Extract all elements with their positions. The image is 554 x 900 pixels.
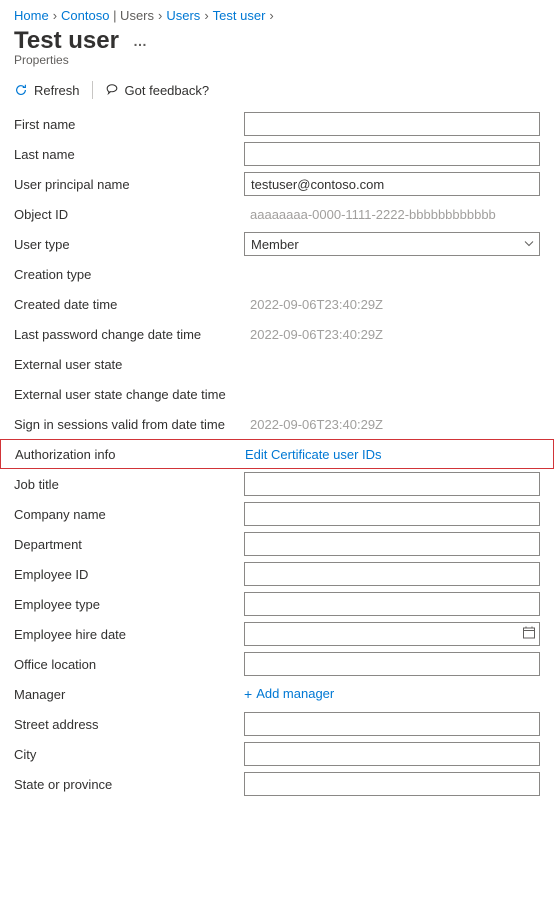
signin-sessions-label: Sign in sessions valid from date time bbox=[14, 417, 244, 432]
chevron-right-icon: › bbox=[269, 8, 273, 23]
company-name-input[interactable] bbox=[244, 502, 540, 526]
refresh-button[interactable]: Refresh bbox=[14, 83, 80, 98]
breadcrumb-users[interactable]: Users bbox=[166, 8, 200, 23]
toolbar: Refresh Got feedback? bbox=[14, 81, 540, 99]
more-actions-button[interactable]: … bbox=[133, 33, 147, 49]
job-title-input[interactable] bbox=[244, 472, 540, 496]
page-subtitle: Properties bbox=[14, 53, 540, 67]
calendar-icon[interactable] bbox=[522, 626, 536, 643]
user-type-label: User type bbox=[14, 237, 244, 252]
toolbar-divider bbox=[92, 81, 93, 99]
refresh-icon bbox=[14, 83, 28, 97]
chevron-right-icon: › bbox=[204, 8, 208, 23]
user-type-input[interactable] bbox=[244, 232, 540, 256]
page-title: Test user bbox=[14, 27, 119, 55]
signin-sessions-value: 2022-09-06T23:40:29Z bbox=[244, 415, 540, 434]
breadcrumb-tenant[interactable]: Contoso bbox=[61, 8, 109, 23]
first-name-label: First name bbox=[14, 117, 244, 132]
feedback-button[interactable]: Got feedback? bbox=[105, 83, 210, 98]
job-title-label: Job title bbox=[14, 477, 244, 492]
feedback-icon bbox=[105, 83, 119, 97]
state-label: State or province bbox=[14, 777, 244, 792]
add-manager-label: Add manager bbox=[256, 686, 334, 701]
employee-hire-date-label: Employee hire date bbox=[14, 627, 244, 642]
employee-type-label: Employee type bbox=[14, 597, 244, 612]
created-date-value: 2022-09-06T23:40:29Z bbox=[244, 295, 540, 314]
breadcrumb: Home › Contoso | Users › Users › Test us… bbox=[14, 8, 540, 23]
object-id-label: Object ID bbox=[14, 207, 244, 222]
last-pw-label: Last password change date time bbox=[14, 327, 244, 342]
city-label: City bbox=[14, 747, 244, 762]
chevron-right-icon: › bbox=[158, 8, 162, 23]
plus-icon: + bbox=[244, 687, 252, 701]
street-address-label: Street address bbox=[14, 717, 244, 732]
department-label: Department bbox=[14, 537, 244, 552]
office-location-label: Office location bbox=[14, 657, 244, 672]
employee-hire-date-input[interactable] bbox=[244, 622, 540, 646]
breadcrumb-home[interactable]: Home bbox=[14, 8, 49, 23]
last-name-label: Last name bbox=[14, 147, 244, 162]
ext-state-label: External user state bbox=[14, 357, 244, 372]
state-input[interactable] bbox=[244, 772, 540, 796]
chevron-right-icon: › bbox=[53, 8, 57, 23]
created-date-label: Created date time bbox=[14, 297, 244, 312]
refresh-label: Refresh bbox=[34, 83, 80, 98]
add-manager-link[interactable]: + Add manager bbox=[244, 686, 334, 701]
city-input[interactable] bbox=[244, 742, 540, 766]
object-id-value: aaaaaaaa-0000-1111-2222-bbbbbbbbbbbb bbox=[244, 205, 540, 224]
company-name-label: Company name bbox=[14, 507, 244, 522]
breadcrumb-current[interactable]: Test user bbox=[213, 8, 266, 23]
upn-label: User principal name bbox=[14, 177, 244, 192]
first-name-input[interactable] bbox=[244, 112, 540, 136]
street-address-input[interactable] bbox=[244, 712, 540, 736]
department-input[interactable] bbox=[244, 532, 540, 556]
office-location-input[interactable] bbox=[244, 652, 540, 676]
manager-label: Manager bbox=[14, 687, 244, 702]
employee-type-input[interactable] bbox=[244, 592, 540, 616]
upn-input[interactable] bbox=[244, 172, 540, 196]
feedback-label: Got feedback? bbox=[125, 83, 210, 98]
employee-id-input[interactable] bbox=[244, 562, 540, 586]
last-name-input[interactable] bbox=[244, 142, 540, 166]
auth-info-label: Authorization info bbox=[15, 447, 245, 462]
last-pw-value: 2022-09-06T23:40:29Z bbox=[244, 325, 540, 344]
ext-state-change-label: External user state change date time bbox=[14, 387, 244, 402]
edit-certificate-ids-link[interactable]: Edit Certificate user IDs bbox=[245, 447, 382, 462]
employee-id-label: Employee ID bbox=[14, 567, 244, 582]
breadcrumb-suffix: | Users bbox=[109, 8, 154, 23]
creation-type-label: Creation type bbox=[14, 267, 244, 282]
user-type-select[interactable] bbox=[244, 232, 540, 256]
